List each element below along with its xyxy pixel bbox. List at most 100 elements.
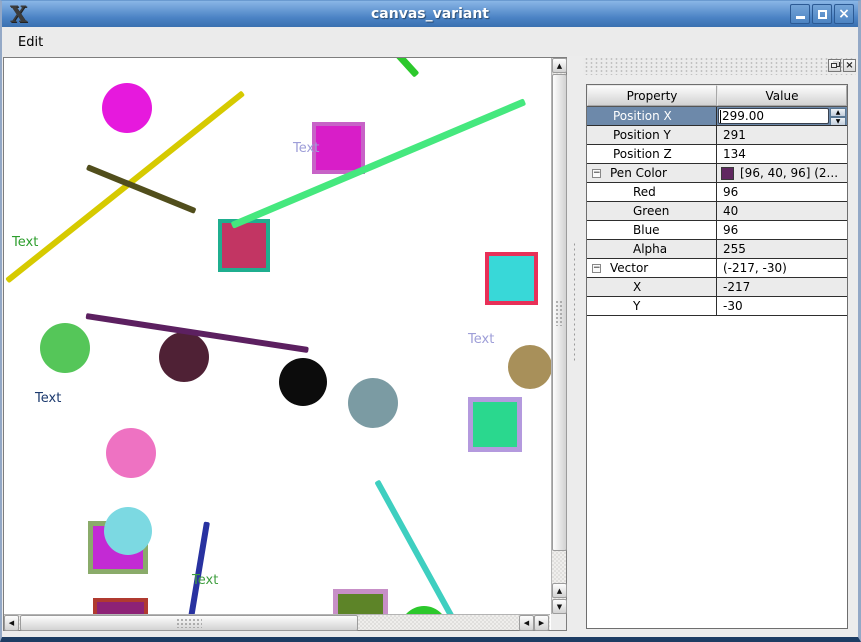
- property-label: Red: [633, 185, 656, 199]
- property-row[interactable]: −Pen Color[96, 40, 96] (2...: [587, 164, 847, 183]
- arrow-up-icon: ▲: [557, 62, 562, 70]
- horizontal-scrollbar-thumb[interactable]: [20, 615, 358, 631]
- value-text: 96: [723, 223, 738, 237]
- vertical-scrollbar-thumb[interactable]: [552, 74, 567, 551]
- spinbox-input[interactable]: 299.00: [718, 108, 829, 124]
- canvas-circle[interactable]: [348, 378, 398, 428]
- canvas-circle[interactable]: [102, 83, 152, 133]
- canvas-square[interactable]: [93, 598, 148, 614]
- canvas-circle[interactable]: [40, 323, 90, 373]
- close-button[interactable]: ×: [834, 4, 854, 24]
- canvas-line[interactable]: [231, 98, 527, 228]
- canvas-text-item[interactable]: Text: [192, 573, 218, 588]
- canvas-circle[interactable]: [508, 345, 551, 389]
- canvas-text-item[interactable]: Text: [468, 332, 494, 347]
- menu-item-edit[interactable]: Edit: [11, 32, 50, 53]
- value-cell[interactable]: -30: [717, 297, 847, 315]
- value-cell[interactable]: -217: [717, 278, 847, 296]
- canvas-circle[interactable]: [159, 332, 209, 382]
- dock-float-button[interactable]: [828, 59, 841, 72]
- scroll-left-button-2[interactable]: ◀: [519, 615, 534, 631]
- title-bar[interactable]: X canvas_variant ×: [2, 1, 858, 27]
- canvas-text-item[interactable]: Text: [12, 235, 38, 250]
- vertical-scrollbar[interactable]: ▲ ▲ ▼: [551, 58, 566, 614]
- property-label: Position Y: [613, 128, 671, 142]
- maximize-button[interactable]: [812, 4, 832, 24]
- dock-title-bar[interactable]: [583, 58, 856, 75]
- position-x-spinbox[interactable]: 299.00▲▼: [717, 107, 847, 125]
- float-icon: [831, 63, 837, 68]
- property-row[interactable]: −Vector(-217, -30): [587, 259, 847, 278]
- property-label: Vector: [610, 261, 648, 275]
- value-cell[interactable]: 291: [717, 126, 847, 144]
- value-cell[interactable]: 255: [717, 240, 847, 258]
- property-cell[interactable]: X: [587, 278, 717, 296]
- scroll-left-button[interactable]: ◀: [4, 615, 19, 631]
- property-cell[interactable]: −Vector: [587, 259, 717, 277]
- scroll-up-button-2[interactable]: ▲: [552, 583, 567, 598]
- collapse-expander-icon[interactable]: −: [592, 169, 601, 178]
- spin-up-button[interactable]: ▲: [830, 108, 846, 117]
- canvas-circle[interactable]: [104, 507, 152, 555]
- canvas-square[interactable]: [468, 397, 522, 452]
- canvas-line[interactable]: [395, 58, 419, 77]
- dock-splitter-handle[interactable]: [567, 57, 581, 631]
- canvas-line[interactable]: [188, 522, 210, 614]
- thumb-grip: [176, 618, 202, 628]
- menu-bar: Edit: [2, 27, 858, 56]
- property-cell[interactable]: Blue: [587, 221, 717, 239]
- property-cell[interactable]: Green: [587, 202, 717, 220]
- value-cell[interactable]: 134: [717, 145, 847, 163]
- property-cell[interactable]: Position X: [587, 107, 717, 125]
- canvas-viewport[interactable]: Text Text Text Text Text: [4, 58, 551, 614]
- canvas-square[interactable]: [312, 122, 365, 174]
- scroll-up-button[interactable]: ▲: [552, 58, 567, 73]
- close-icon: ×: [835, 5, 853, 24]
- thumb-grip: [555, 300, 564, 326]
- property-row[interactable]: Red 96: [587, 183, 847, 202]
- scroll-right-button[interactable]: ▶: [534, 615, 549, 631]
- property-row[interactable]: X-217: [587, 278, 847, 297]
- property-cell[interactable]: Alpha: [587, 240, 717, 258]
- value-cell[interactable]: 299.00▲▼: [717, 107, 847, 125]
- value-text: 96: [723, 185, 738, 199]
- property-cell[interactable]: Y: [587, 297, 717, 315]
- value-cell[interactable]: 96: [717, 221, 847, 239]
- property-cell[interactable]: Red: [587, 183, 717, 201]
- property-row[interactable]: Y-30: [587, 297, 847, 316]
- property-label: Position X: [613, 109, 672, 123]
- scroll-down-button[interactable]: ▼: [552, 599, 567, 614]
- value-cell[interactable]: (-217, -30): [717, 259, 847, 277]
- property-row[interactable]: Alpha255: [587, 240, 847, 259]
- minimize-icon: [796, 16, 805, 19]
- canvas-circle[interactable]: [106, 428, 156, 478]
- value-cell[interactable]: [96, 40, 96] (2...: [717, 164, 847, 182]
- property-cell[interactable]: −Pen Color: [587, 164, 717, 182]
- spin-down-button[interactable]: ▼: [830, 117, 846, 125]
- property-row[interactable]: Position Y 291: [587, 126, 847, 145]
- collapse-expander-icon[interactable]: −: [592, 264, 601, 273]
- canvas-text-item[interactable]: Text: [293, 141, 319, 156]
- horizontal-scrollbar[interactable]: ◀ ◀ ▶: [4, 614, 550, 630]
- value-cell[interactable]: 96: [717, 183, 847, 201]
- minimize-button[interactable]: [790, 4, 810, 24]
- property-cell[interactable]: Position Z: [587, 145, 717, 163]
- column-header-property[interactable]: Property: [587, 85, 717, 106]
- property-row[interactable]: Position Z134: [587, 145, 847, 164]
- property-label: Pen Color: [610, 166, 667, 180]
- column-header-value[interactable]: Value: [717, 85, 847, 106]
- property-cell[interactable]: Position Y: [587, 126, 717, 144]
- canvas-circle[interactable]: [400, 606, 448, 614]
- canvas-text-item[interactable]: Text: [35, 391, 61, 406]
- property-row[interactable]: Green40: [587, 202, 847, 221]
- property-row[interactable]: Blue 96: [587, 221, 847, 240]
- dock-close-button[interactable]: ×: [843, 59, 856, 72]
- canvas-square[interactable]: [218, 219, 270, 272]
- property-row[interactable]: Position X 299.00▲▼: [587, 107, 847, 126]
- canvas-frame: Text Text Text Text Text ▲ ▲ ▼ ◀ ◀ ▶: [3, 57, 567, 631]
- value-cell[interactable]: 40: [717, 202, 847, 220]
- canvas-square[interactable]: [333, 589, 388, 614]
- canvas-square[interactable]: [485, 252, 538, 305]
- canvas-circle[interactable]: [279, 358, 327, 406]
- table-header-row: Property Value: [587, 85, 847, 107]
